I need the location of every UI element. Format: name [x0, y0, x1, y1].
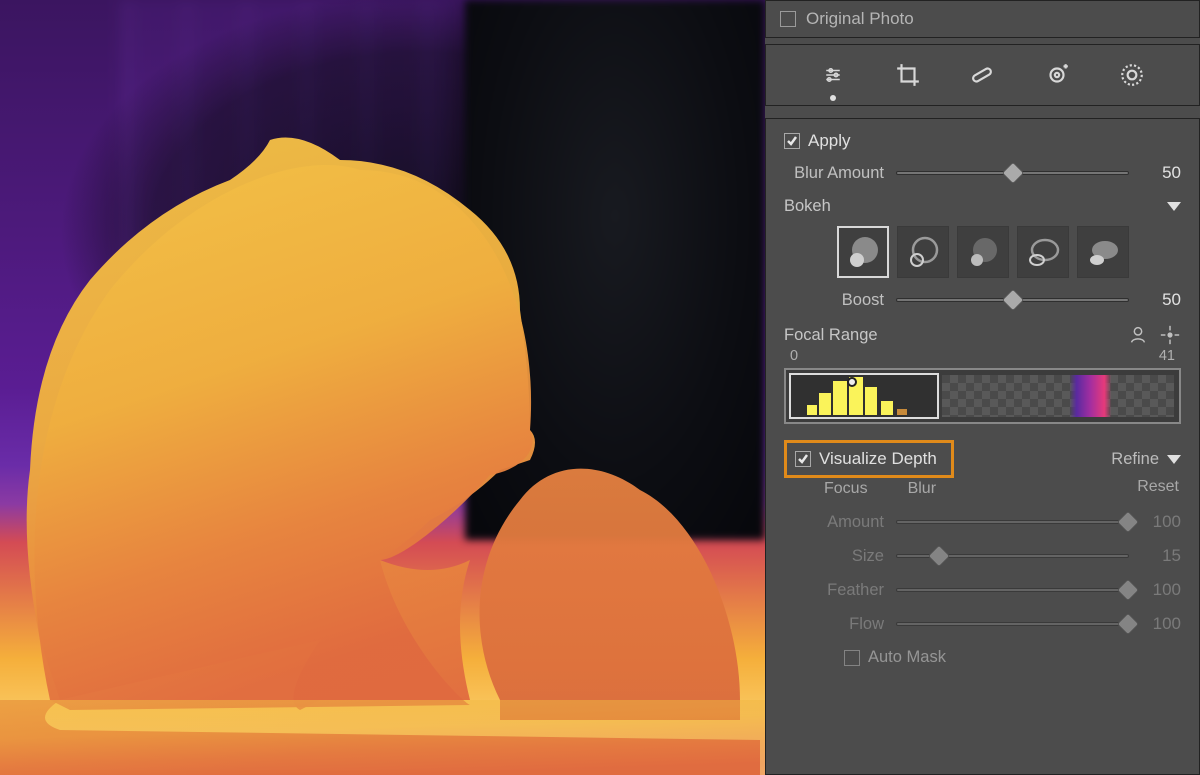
focal-max-value: 41: [1159, 348, 1175, 364]
bokeh-shape-4[interactable]: [1017, 226, 1069, 278]
bokeh-collapse-toggle[interactable]: [1167, 202, 1181, 211]
brush-flow-row: Flow 100: [784, 614, 1181, 634]
bokeh-shape-1[interactable]: [837, 226, 889, 278]
brush-size-label: Size: [784, 547, 884, 566]
brush-flow-value: 100: [1141, 614, 1181, 634]
brush-feather-slider[interactable]: [896, 588, 1129, 592]
reset-button[interactable]: Reset: [1137, 478, 1179, 495]
depth-bears-overlay: [0, 0, 765, 775]
apply-label: Apply: [808, 131, 851, 151]
focus-tab[interactable]: Focus: [824, 480, 868, 498]
bokeh-soft-icon: [963, 232, 1003, 272]
brush-amount-row: Amount 100: [784, 512, 1181, 532]
crop-tool[interactable]: [892, 59, 924, 91]
brush-feather-label: Feather: [784, 581, 884, 600]
right-panel: Original Photo: [765, 0, 1200, 775]
apply-checkbox[interactable]: [784, 133, 800, 149]
visualize-depth-highlight: Visualize Depth: [784, 440, 954, 478]
visualize-depth-checkbox[interactable]: [795, 451, 811, 467]
brush-amount-slider[interactable]: [896, 520, 1129, 524]
image-canvas[interactable]: [0, 0, 765, 775]
tool-strip: [765, 44, 1200, 106]
bandage-icon: [969, 62, 995, 88]
original-photo-checkbox[interactable]: [780, 11, 796, 27]
focal-range-label: Focal Range: [784, 326, 878, 345]
edit-sliders-tool[interactable]: [817, 59, 849, 91]
brush-size-row: Size 15: [784, 546, 1181, 566]
sliders-icon: [824, 66, 842, 84]
blur-tab[interactable]: Blur: [908, 480, 936, 498]
eye-plus-icon: [1044, 62, 1070, 88]
blur-amount-value: 50: [1141, 163, 1181, 183]
brush-feather-row: Feather 100: [784, 580, 1181, 600]
blur-amount-label: Blur Amount: [784, 164, 884, 183]
bokeh-shape-3[interactable]: [957, 226, 1009, 278]
blur-amount-row: Blur Amount 50: [784, 163, 1181, 183]
brush-amount-label: Amount: [784, 513, 884, 532]
crop-icon: [895, 62, 921, 88]
auto-mask-label: Auto Mask: [868, 648, 946, 667]
auto-mask-checkbox[interactable]: [844, 650, 860, 666]
focal-range-control[interactable]: [784, 368, 1181, 424]
bokeh-shapes: [784, 226, 1181, 278]
bokeh-circle-solid-icon: [843, 232, 883, 272]
focal-min-value: 0: [790, 348, 798, 364]
bokeh-oval-ring-icon: [1023, 232, 1063, 272]
brush-amount-value: 100: [1141, 512, 1181, 532]
depth-visualization: [0, 0, 765, 775]
brush-size-slider[interactable]: [896, 554, 1129, 558]
visualize-depth-label: Visualize Depth: [819, 449, 937, 469]
lens-blur-panel: Apply Blur Amount 50 Bokeh: [765, 118, 1200, 775]
boost-label: Boost: [784, 291, 884, 310]
refine-label: Refine: [1111, 450, 1159, 469]
boost-value: 50: [1141, 290, 1181, 310]
boost-slider[interactable]: [896, 298, 1129, 302]
bokeh-shape-5[interactable]: [1077, 226, 1129, 278]
brush-size-value: 15: [1141, 546, 1181, 566]
subject-select-icon[interactable]: [1127, 324, 1149, 346]
refine-toggle[interactable]: Refine: [1111, 450, 1181, 469]
bokeh-label: Bokeh: [784, 197, 831, 216]
redeye-tool[interactable]: [1041, 59, 1073, 91]
chevron-down-icon: [1167, 455, 1181, 464]
focal-histogram[interactable]: [789, 373, 939, 419]
brush-flow-slider[interactable]: [896, 622, 1129, 626]
brush-flow-label: Flow: [784, 615, 884, 634]
radial-tool[interactable]: [1116, 59, 1148, 91]
bokeh-ring-icon: [903, 232, 943, 272]
radial-icon: [1119, 62, 1145, 88]
bokeh-shape-2[interactable]: [897, 226, 949, 278]
blur-amount-slider[interactable]: [896, 171, 1129, 175]
original-photo-toggle[interactable]: Original Photo: [765, 0, 1200, 38]
focal-depth-strip[interactable]: [942, 375, 1174, 417]
point-select-icon[interactable]: [1159, 324, 1181, 346]
bokeh-oval-solid-icon: [1083, 232, 1123, 272]
heal-tool[interactable]: [966, 59, 998, 91]
original-photo-label: Original Photo: [806, 9, 914, 29]
brush-feather-value: 100: [1141, 580, 1181, 600]
boost-row: Boost 50: [784, 290, 1181, 310]
